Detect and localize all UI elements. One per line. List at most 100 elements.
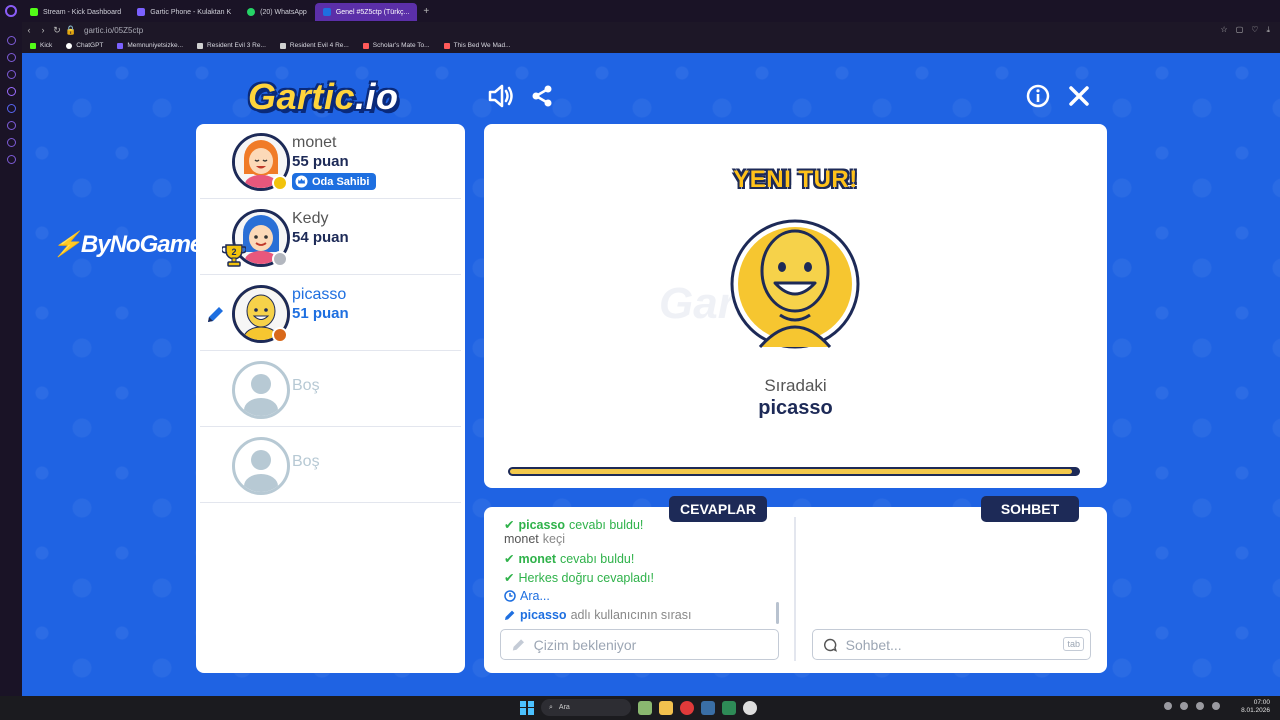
round-progress-bar	[508, 467, 1080, 476]
tab-key-hint: tab	[1063, 637, 1084, 651]
steam-icon[interactable]	[701, 700, 715, 715]
reload-icon[interactable]: ↻	[50, 25, 64, 36]
player-row[interactable]: picasso 51 puan	[200, 276, 461, 351]
kick-icon	[30, 8, 38, 16]
bookmark-item[interactable]: ChatGPT	[66, 42, 103, 49]
next-player-name: picasso	[758, 397, 833, 419]
forward-icon[interactable]: ›	[36, 25, 50, 35]
sound-button[interactable]	[486, 81, 516, 111]
tab-label: (20) WhatsApp	[260, 8, 307, 16]
empty-slot: Boş	[200, 428, 461, 503]
pencil-icon	[505, 610, 515, 620]
sidebar-app-icon[interactable]	[6, 53, 16, 62]
player-row[interactable]: monet 55 puan Oda Sahibi	[200, 124, 461, 199]
obs-icon[interactable]	[743, 700, 757, 715]
file-explorer-icon[interactable]	[659, 700, 673, 715]
taskbar-clock[interactable]: 07:00 8.01.2026	[1241, 699, 1270, 715]
next-player-avatar	[730, 215, 860, 353]
drawing-stage: Gartic.io YENI TUR! Sıradaki picasso	[484, 124, 1107, 488]
bookmark-item[interactable]: This Bed We Mad...	[443, 42, 511, 49]
settings-icon[interactable]	[6, 155, 16, 164]
browser-logo-icon[interactable]	[0, 5, 22, 17]
browser-tab[interactable]: Stream - Kick Dashboard	[22, 3, 129, 21]
share-button[interactable]	[527, 81, 557, 111]
player-score: 54 puan	[292, 229, 349, 246]
tab-label: Gartic Phone - Kulaktan K	[150, 8, 232, 16]
tab-answers[interactable]: CEVAPLAR	[669, 496, 767, 522]
empty-slot-label: Boş	[292, 453, 320, 470]
game-icon	[279, 42, 286, 49]
volume-icon[interactable]	[1212, 702, 1220, 710]
next-label: Sıradaki	[764, 376, 827, 395]
chat-field[interactable]: tab	[812, 629, 1091, 660]
browser-tab-bar: Stream - Kick Dashboard Gartic Phone - K…	[0, 0, 1280, 22]
browser-tab[interactable]: Gartic Phone - Kulaktan K	[129, 3, 239, 21]
answer-input[interactable]	[533, 636, 778, 653]
check-icon: ✔	[504, 552, 515, 566]
clock-icon	[504, 590, 516, 602]
address-actions: ☆ ▢ ♡ ⤓	[1221, 25, 1280, 35]
chat-message: ✔ Herkes doğru cevapladı!	[504, 570, 654, 586]
empty-avatar-icon	[232, 437, 290, 495]
bookmark-item[interactable]: Resident Evil 4 Re...	[279, 42, 349, 49]
bookmark-icon[interactable]: ☆	[1221, 25, 1228, 35]
widget-icon[interactable]	[638, 700, 652, 715]
answers-scrollbar[interactable]	[776, 602, 779, 624]
chess-icon	[362, 42, 369, 49]
browser-tab[interactable]: (20) WhatsApp	[239, 3, 315, 21]
twitch-icon	[117, 42, 124, 49]
empty-slot-label: Boş	[292, 377, 320, 394]
gartic-phone-icon	[137, 8, 146, 16]
chat-message: picasso adlı kullanıcının sırası	[504, 608, 691, 622]
opera-gx-icon[interactable]	[680, 700, 694, 715]
wifi-icon[interactable]	[1196, 702, 1204, 710]
url-text[interactable]: gartic.io/05Z5ctp	[84, 26, 143, 35]
music-icon	[443, 42, 450, 49]
share-icon	[532, 85, 552, 107]
game-viewport: Gartic.io ⚡ByNoGame monet 55 puan Oda Sa…	[22, 53, 1280, 696]
whatsapp-icon	[247, 8, 256, 16]
bookmark-item[interactable]: Kick	[30, 42, 52, 49]
chat-input[interactable]	[845, 636, 1090, 653]
bookmark-item[interactable]: Resident Evil 3 Re...	[197, 42, 266, 49]
chatgpt-icon	[66, 42, 73, 49]
tray-app-icon[interactable]	[1180, 702, 1188, 710]
player-list: monet 55 puan Oda Sahibi 2 Kedy 54 puan	[196, 124, 465, 673]
heart-icon[interactable]: ♡	[1251, 25, 1258, 35]
back-icon[interactable]: ‹	[22, 25, 36, 35]
sponsor-logo: ⚡ByNoGame	[52, 231, 203, 258]
player-score: 51 puan	[292, 305, 349, 322]
app-icon[interactable]	[722, 700, 736, 715]
empty-slot: Boş	[200, 352, 461, 427]
close-button[interactable]	[1064, 81, 1094, 111]
download-icon[interactable]: ⤓	[1266, 25, 1270, 35]
browser-sidebar	[0, 22, 22, 696]
gartic-logo: Gartic.io	[248, 76, 399, 117]
player-score: 55 puan	[292, 153, 349, 170]
taskbar-search[interactable]: ⌕ Ara	[541, 699, 631, 716]
tab-chat[interactable]: SOHBET	[981, 496, 1079, 522]
extensions-icon[interactable]: ▢	[1236, 25, 1244, 35]
new-tab-button[interactable]: +	[423, 6, 429, 17]
check-icon: ✔	[504, 518, 515, 532]
bookmark-item[interactable]: Memnuniyetsizke...	[117, 42, 183, 49]
sidebar-app-icon[interactable]	[6, 36, 16, 45]
status-dot	[272, 251, 288, 267]
player-name: Kedy	[292, 210, 329, 227]
sidebar-app-icon[interactable]	[6, 121, 16, 130]
windows-start-icon[interactable]	[520, 700, 534, 715]
sidebar-app-icon[interactable]	[6, 70, 16, 79]
answer-field[interactable]	[500, 629, 779, 660]
discord-icon[interactable]	[6, 104, 16, 113]
system-tray	[1164, 702, 1220, 710]
browser-tab-active[interactable]: Genel #5Z5ctp (Türkç...	[314, 3, 418, 21]
tray-app-icon[interactable]	[1164, 702, 1172, 710]
player-row[interactable]: 2 Kedy 54 puan	[200, 200, 461, 275]
info-button[interactable]	[1023, 81, 1053, 111]
twitch-icon[interactable]	[6, 87, 16, 96]
history-icon[interactable]	[6, 138, 16, 147]
chat-message: ✔ picasso cevabı buldu!	[504, 517, 644, 533]
bookmark-item[interactable]: Scholar's Mate To...	[362, 42, 430, 49]
chat-panel: ✔ picasso cevabı buldu! monet keçi ✔ monet ce…	[484, 507, 1107, 673]
status-dot	[272, 327, 288, 343]
